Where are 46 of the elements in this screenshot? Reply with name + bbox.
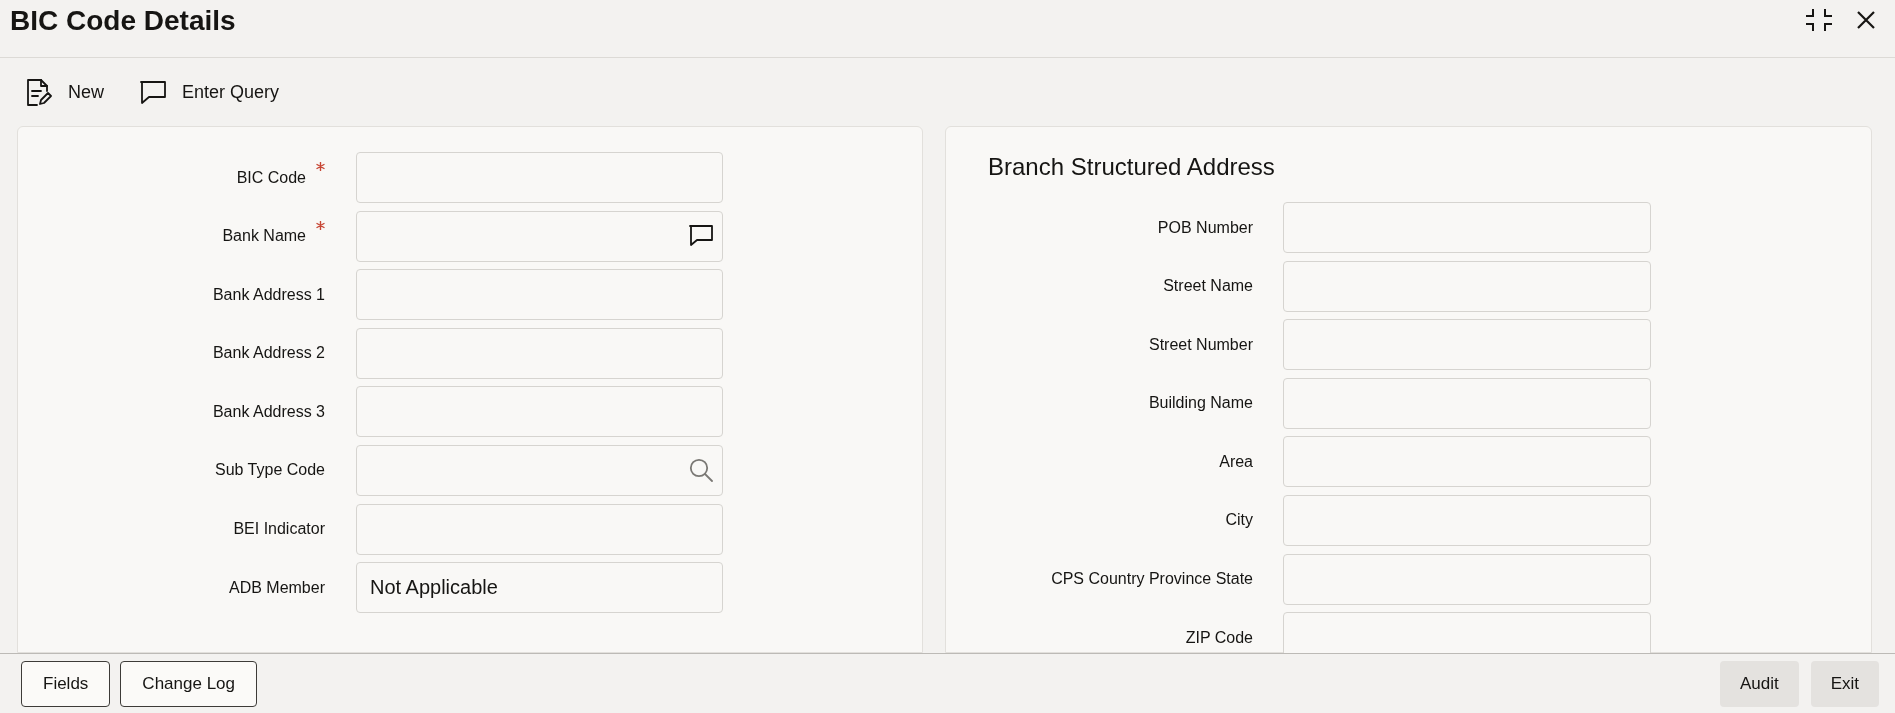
search-icon[interactable]: [689, 458, 713, 483]
speech-bubble-icon[interactable]: [689, 225, 713, 248]
input-field[interactable]: [356, 269, 723, 321]
field-label: Bank Name: [222, 226, 306, 247]
input-field[interactable]: [356, 327, 723, 379]
input-field[interactable]: [1283, 436, 1651, 488]
footer-button[interactable]: Change Log: [120, 660, 257, 707]
field-label: Bank Address 2: [212, 343, 325, 364]
collapse-icon[interactable]: [1805, 7, 1833, 32]
field-label: City: [1225, 510, 1253, 531]
enter-query-button[interactable]: Enter Query: [140, 77, 280, 107]
footer-button[interactable]: Exit: [1810, 660, 1879, 707]
input-field[interactable]: [1283, 260, 1651, 312]
speech-bubble-icon: [140, 80, 166, 104]
footer-button[interactable]: Fields: [21, 660, 111, 707]
field-label: BEI Indicator: [233, 519, 325, 540]
field-label: Sub Type Code: [215, 460, 325, 481]
field-label: CPS Country Province State: [1051, 569, 1253, 590]
field-label: POB Number: [1157, 217, 1253, 238]
input-field[interactable]: [1283, 377, 1651, 429]
field-label: ADB Member: [228, 577, 325, 598]
input-field[interactable]: [356, 386, 723, 438]
input-field[interactable]: [1283, 553, 1651, 605]
field-label: Building Name: [1148, 393, 1253, 414]
field-label: Bank Address 1: [212, 284, 325, 305]
lookup-field[interactable]: [356, 444, 723, 496]
field-label: Bank Address 3: [212, 401, 325, 422]
document-edit-icon: [26, 78, 52, 106]
section-heading: Branch Structured Address: [988, 152, 1275, 182]
field-label: BIC Code: [236, 167, 306, 188]
input-field[interactable]: [1283, 202, 1651, 253]
field-label: Street Name: [1163, 276, 1253, 297]
input-field[interactable]: [356, 210, 723, 262]
footer-button[interactable]: Audit: [1719, 660, 1799, 707]
field-label: Area: [1219, 451, 1253, 472]
field-label: ZIP Code: [1185, 627, 1253, 648]
input-field[interactable]: [356, 503, 723, 555]
field-label: Street Number: [1148, 334, 1253, 355]
close-icon[interactable]: [1857, 10, 1875, 29]
window-title: BIC Code Details: [10, 3, 236, 38]
input-field[interactable]: [356, 152, 723, 203]
input-field[interactable]: Not Applicable: [356, 562, 723, 614]
input-field[interactable]: [1283, 612, 1651, 653]
input-field[interactable]: [1283, 319, 1651, 371]
new-button[interactable]: New: [26, 77, 104, 107]
input-field[interactable]: [1283, 494, 1651, 546]
